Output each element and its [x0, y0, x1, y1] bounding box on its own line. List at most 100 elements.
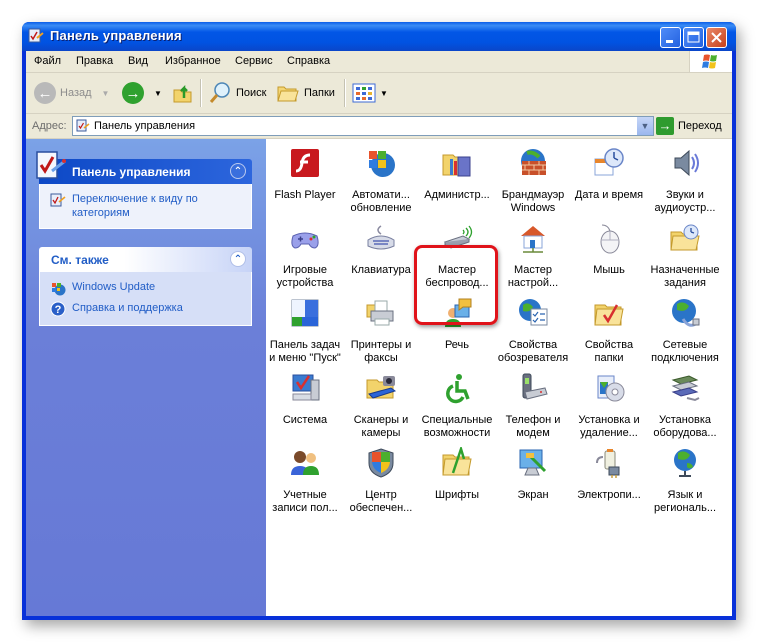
control-panel-item[interactable]: Экран: [496, 443, 570, 518]
windows-flag-icon: [702, 54, 717, 69]
item-label: Брандмауэр Windows: [501, 189, 565, 214]
admin-tools-icon: [442, 154, 471, 177]
panel-title: Панель управления: [72, 165, 191, 179]
control-panel-item[interactable]: Учетные записи пол...: [268, 443, 342, 518]
control-panel-item[interactable]: Свойства обозревателя: [496, 293, 570, 368]
folders-label: Папки: [304, 87, 335, 99]
chevron-down-icon: ▼: [640, 121, 650, 131]
menu-help[interactable]: Справка: [287, 55, 330, 67]
up-folder-button[interactable]: [172, 80, 194, 106]
selection-highlight: [414, 245, 498, 325]
item-label: Дата и время: [574, 189, 644, 201]
phone-modem-icon: [522, 373, 548, 400]
control-panel-item[interactable]: Установка и удаление...: [572, 368, 646, 443]
item-label: Система: [282, 414, 328, 426]
control-panel-item[interactable]: Язык и региональ...: [648, 443, 722, 518]
control-panel-item[interactable]: Панель задач и меню "Пуск": [268, 293, 342, 368]
item-label: Игровые устройства: [276, 264, 334, 289]
control-panel-item[interactable]: Клавиатура: [344, 218, 418, 293]
control-panel-item[interactable]: Сканеры и камеры: [344, 368, 418, 443]
panel-header[interactable]: См. также ⌃: [39, 247, 252, 272]
user-accounts-icon: [291, 451, 319, 475]
control-panel-window: Панель управления Файл Правка Вид Избран…: [22, 22, 736, 620]
panel-title: См. также: [51, 253, 109, 267]
display-icon: [519, 449, 547, 476]
see-also-panel: См. также ⌃ Windows Update ? Справка и п…: [39, 247, 252, 326]
back-dropdown-icon[interactable]: ▼: [102, 89, 110, 98]
maximize-button[interactable]: [683, 27, 704, 48]
date-time-icon: [594, 148, 624, 176]
add-remove-icon: [597, 375, 625, 402]
back-arrow-icon: ←: [34, 82, 56, 104]
content-area: Панель управления ⌃ Переключение к виду …: [26, 139, 732, 616]
help-icon: ?: [50, 301, 66, 317]
control-panel-item[interactable]: Сетевые подключения: [648, 293, 722, 368]
address-dropdown-button[interactable]: ▼: [637, 117, 653, 135]
item-label: Администр...: [424, 189, 490, 201]
back-label: Назад: [60, 87, 92, 99]
control-panel-item[interactable]: Мастер настрой...: [496, 218, 570, 293]
scheduled-tasks-icon: [670, 224, 700, 251]
control-panel-item[interactable]: Дата и время: [572, 143, 646, 218]
close-icon: [711, 32, 722, 43]
sound-icon: [674, 149, 699, 177]
control-panel-item[interactable]: Звуки и аудиоустр...: [648, 143, 722, 218]
control-panel-item[interactable]: Установка оборудова...: [648, 368, 722, 443]
address-input[interactable]: Панель управления ▼: [72, 116, 654, 136]
menu-file[interactable]: Файл: [34, 55, 61, 67]
maximize-icon: [687, 31, 700, 43]
item-label: Установка оборудова...: [653, 414, 717, 439]
minimize-button[interactable]: [660, 27, 681, 48]
control-panel-item[interactable]: Принтеры и факсы: [344, 293, 418, 368]
item-label: Панель задач и меню "Пуск": [269, 339, 341, 364]
item-label: Свойства обозревателя: [497, 339, 569, 364]
help-and-support-link[interactable]: ? Справка и поддержка: [50, 301, 241, 317]
control-panel-item[interactable]: Центр обеспечен...: [344, 443, 418, 518]
control-panel-item[interactable]: Брандмауэр Windows: [496, 143, 570, 218]
control-panel-item[interactable]: Телефон и модем: [496, 368, 570, 443]
control-panel-item[interactable]: Мышь: [572, 218, 646, 293]
item-label: Телефон и модем: [505, 414, 561, 439]
search-label: Поиск: [236, 87, 267, 99]
forward-dropdown-icon[interactable]: ▼: [154, 89, 162, 98]
collapse-icon[interactable]: ⌃: [230, 251, 246, 267]
menu-tools[interactable]: Сервис: [235, 55, 273, 67]
control-panel-item[interactable]: Игровые устройства: [268, 218, 342, 293]
item-label: Свойства папки: [584, 339, 634, 364]
close-button[interactable]: [706, 27, 727, 48]
control-panel-item[interactable]: Специальные возможности: [420, 368, 494, 443]
security-center-icon: [368, 448, 394, 478]
control-panel-item[interactable]: Flash Player: [268, 143, 342, 218]
auto-update-icon: [369, 151, 395, 177]
menu-edit[interactable]: Правка: [76, 55, 113, 67]
title-bar[interactable]: Панель управления: [22, 22, 736, 51]
switch-to-category-view-link[interactable]: Переключение к виду по категориям: [50, 192, 241, 220]
control-panel-item[interactable]: Назначенные задания: [648, 218, 722, 293]
network-setup-icon: [521, 226, 545, 253]
control-panel-item[interactable]: Шрифты: [420, 443, 494, 518]
panel-header[interactable]: Панель управления ⌃: [36, 151, 252, 184]
search-button[interactable]: Поиск: [208, 80, 266, 106]
item-label: Центр обеспечен...: [349, 489, 413, 514]
menu-favorites[interactable]: Избранное: [165, 55, 221, 67]
back-button[interactable]: ← Назад ▼: [34, 80, 109, 106]
control-panel-item[interactable]: Свойства папки: [572, 293, 646, 368]
menu-view[interactable]: Вид: [128, 55, 148, 67]
up-folder-icon: [173, 84, 192, 103]
go-button[interactable]: → Переход: [656, 117, 722, 135]
control-panel-item[interactable]: Электропи...: [572, 443, 646, 518]
control-panel-item[interactable]: Система: [268, 368, 342, 443]
search-icon: [209, 82, 230, 103]
go-arrow-icon: →: [656, 117, 674, 135]
gamepad-icon: [291, 232, 319, 249]
windows-update-link[interactable]: Windows Update: [50, 280, 241, 296]
control-panel-item[interactable]: Администр...: [420, 143, 494, 218]
forward-button[interactable]: → ▼: [122, 80, 162, 106]
firewall-icon: [521, 149, 546, 175]
control-panel-item[interactable]: Автомати... обновление: [344, 143, 418, 218]
item-label: Flash Player: [274, 189, 336, 201]
folders-button[interactable]: Папки: [276, 80, 335, 106]
views-button[interactable]: ▼: [352, 80, 388, 106]
minimize-icon: [666, 40, 673, 43]
collapse-icon[interactable]: ⌃: [230, 163, 246, 179]
